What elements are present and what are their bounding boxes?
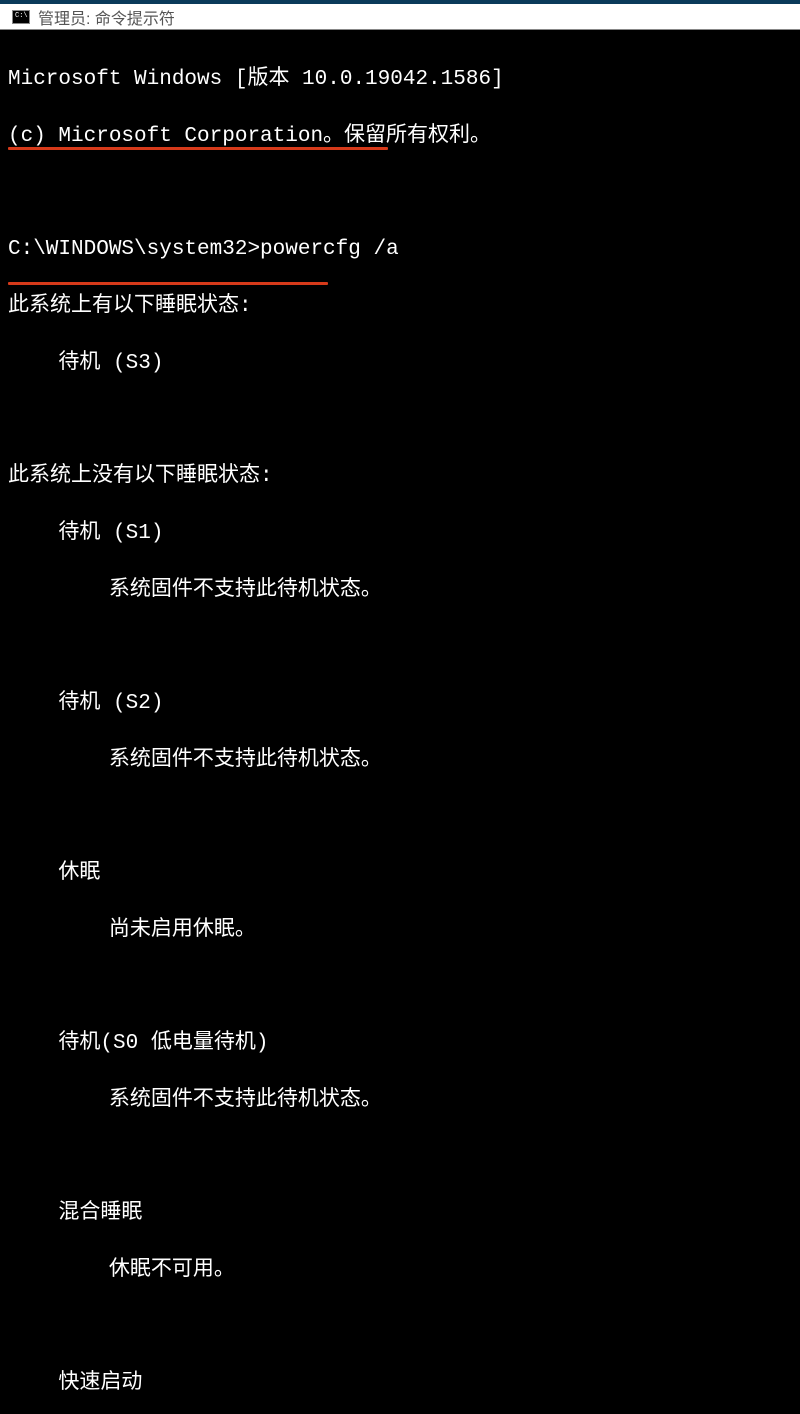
unavailable-header: 此系统上没有以下睡眠状态:	[8, 463, 792, 491]
prompt-line: C:\WINDOWS\system32>powercfg /a	[8, 236, 792, 264]
s1-reason: 系统固件不支持此待机状态。	[8, 577, 792, 605]
hibernate-label: 休眠	[8, 860, 792, 888]
s2-label: 待机 (S2)	[8, 690, 792, 718]
window-title-bar[interactable]: C:\ 管理员: 命令提示符	[0, 0, 800, 30]
hibernate-reason: 尚未启用休眠。	[8, 917, 792, 945]
hybrid-label: 混合睡眠	[8, 1200, 792, 1228]
fastboot-label: 快速启动	[8, 1370, 792, 1398]
terminal-output[interactable]: Microsoft Windows [版本 10.0.19042.1586] (…	[0, 30, 800, 707]
annotation-underline-1	[8, 147, 388, 150]
prompt-command: powercfg /a	[260, 238, 399, 261]
window-title: 管理员: 命令提示符	[38, 5, 175, 29]
blank	[8, 180, 792, 208]
s2-reason: 系统固件不支持此待机状态。	[8, 747, 792, 775]
prompt-path: C:\WINDOWS\system32>	[8, 238, 260, 261]
blank	[8, 1313, 792, 1341]
s1-label: 待机 (S1)	[8, 520, 792, 548]
version-line: Microsoft Windows [版本 10.0.19042.1586]	[8, 66, 792, 94]
annotation-underline-2	[8, 282, 328, 285]
blank	[8, 633, 792, 661]
blank	[8, 973, 792, 1001]
blank	[8, 803, 792, 831]
blank	[8, 406, 792, 434]
blank	[8, 1143, 792, 1171]
s0-label: 待机(S0 低电量待机)	[8, 1030, 792, 1058]
cmd-icon: C:\	[12, 10, 30, 24]
available-header: 此系统上有以下睡眠状态:	[8, 293, 792, 321]
hybrid-reason: 休眠不可用。	[8, 1257, 792, 1285]
cmd-icon-text: C:\	[15, 13, 28, 20]
s0-reason: 系统固件不支持此待机状态。	[8, 1087, 792, 1115]
available-s3: 待机 (S3)	[8, 350, 792, 378]
